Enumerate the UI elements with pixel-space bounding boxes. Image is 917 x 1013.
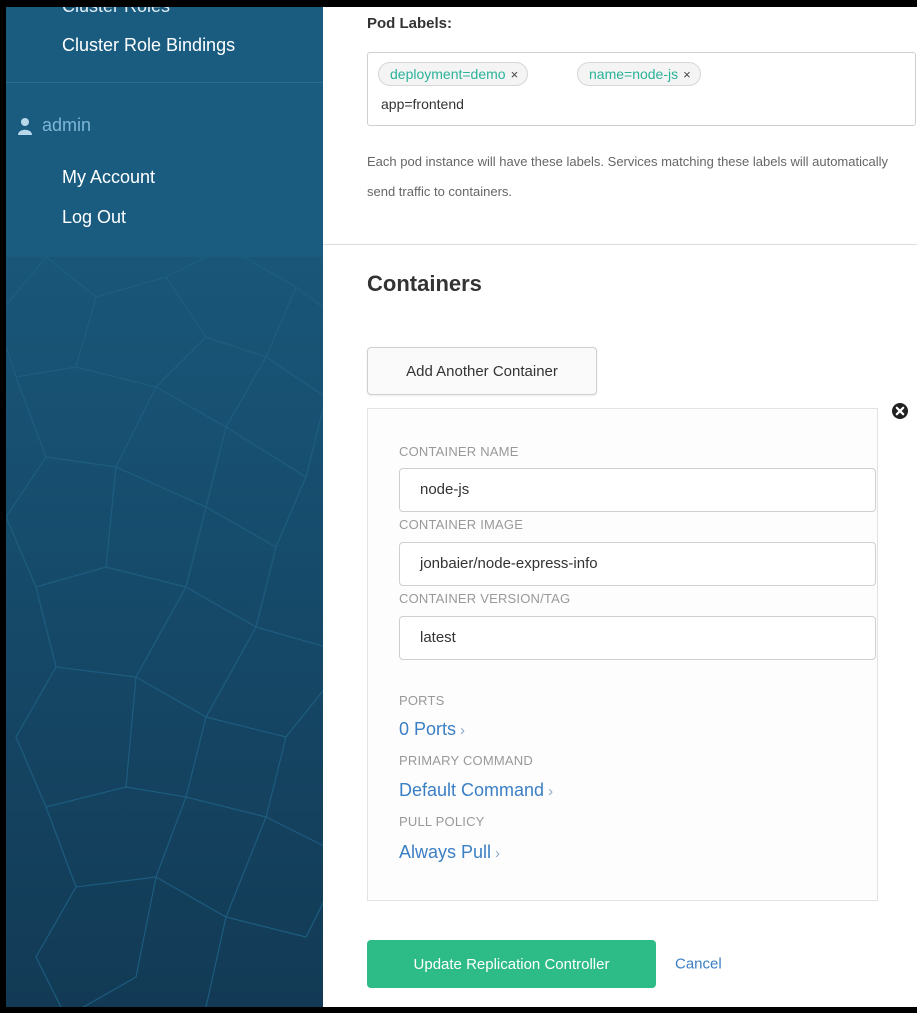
primary-command-link[interactable]: Default Command › xyxy=(399,780,553,801)
chevron-right-icon: › xyxy=(548,783,554,800)
label-tag: name=node-js × xyxy=(577,62,701,86)
main-content: Pod Labels: deployment=demo × name=node-j… xyxy=(323,7,917,1007)
container-name-label: CONTAINER NAME xyxy=(399,444,519,459)
pod-labels-text-input[interactable]: app=frontend xyxy=(381,96,464,112)
label-tag: deployment=demo × xyxy=(378,62,529,86)
label-tag-text: name=node-js xyxy=(589,66,679,82)
primary-command-label: PRIMARY COMMAND xyxy=(399,753,533,768)
pod-labels-help: Each pod instance will have these labels… xyxy=(367,154,888,199)
close-circle-icon[interactable] xyxy=(891,402,909,420)
sidebar: Cluster Roles Cluster Role Bindings admi… xyxy=(6,7,323,1007)
remove-tag-icon[interactable]: × xyxy=(683,67,691,82)
section-divider xyxy=(323,244,917,245)
add-container-button[interactable]: Add Another Container xyxy=(367,347,597,395)
container-image-input[interactable]: jonbaier/node-express-info xyxy=(399,542,876,586)
user-icon xyxy=(18,117,32,135)
sidebar-user[interactable]: admin xyxy=(18,115,91,136)
chevron-right-icon: › xyxy=(460,722,466,739)
ports-link[interactable]: 0 Ports › xyxy=(399,719,465,740)
containers-title: Containers xyxy=(367,271,482,296)
container-version-input[interactable]: latest xyxy=(399,616,876,660)
container-version-label: CONTAINER VERSION/TAG xyxy=(399,591,571,606)
sidebar-divider xyxy=(6,82,323,83)
primary-command-link-text: Default Command xyxy=(399,780,545,800)
sidebar-item-cluster-role-bindings[interactable]: Cluster Role Bindings xyxy=(62,35,235,56)
cancel-link[interactable]: Cancel xyxy=(675,956,722,973)
pull-policy-link[interactable]: Always Pull › xyxy=(399,842,500,863)
update-replication-controller-button[interactable]: Update Replication Controller xyxy=(367,940,656,988)
window-frame-bottom xyxy=(0,1007,917,1013)
ports-label: PORTS xyxy=(399,693,445,708)
sidebar-item-cluster-roles[interactable]: Cluster Roles xyxy=(62,7,170,17)
label-tag-text: deployment=demo xyxy=(390,66,506,82)
pull-policy-link-text: Always Pull xyxy=(399,842,492,862)
window-frame-top xyxy=(0,0,917,7)
remove-tag-icon[interactable]: × xyxy=(511,67,519,82)
container-image-label: CONTAINER IMAGE xyxy=(399,517,524,532)
sidebar-user-name: admin xyxy=(42,115,92,135)
sidebar-item-my-account[interactable]: My Account xyxy=(62,167,155,188)
chevron-right-icon: › xyxy=(495,845,501,862)
container-card: CONTAINER NAME node-js CONTAINER IMAGE j… xyxy=(367,408,878,901)
container-name-input[interactable]: node-js xyxy=(399,468,876,512)
ports-link-text: 0 Ports xyxy=(399,719,457,739)
sidebar-item-log-out[interactable]: Log Out xyxy=(62,207,126,228)
sidebar-background-pattern xyxy=(6,257,323,1007)
sidebar-menu: Cluster Roles Cluster Role Bindings admi… xyxy=(6,7,323,257)
pod-labels-input[interactable]: deployment=demo × name=node-js × app=front… xyxy=(367,52,916,126)
pod-labels-title: Pod Labels: xyxy=(367,15,453,32)
pull-policy-label: PULL POLICY xyxy=(399,814,485,829)
